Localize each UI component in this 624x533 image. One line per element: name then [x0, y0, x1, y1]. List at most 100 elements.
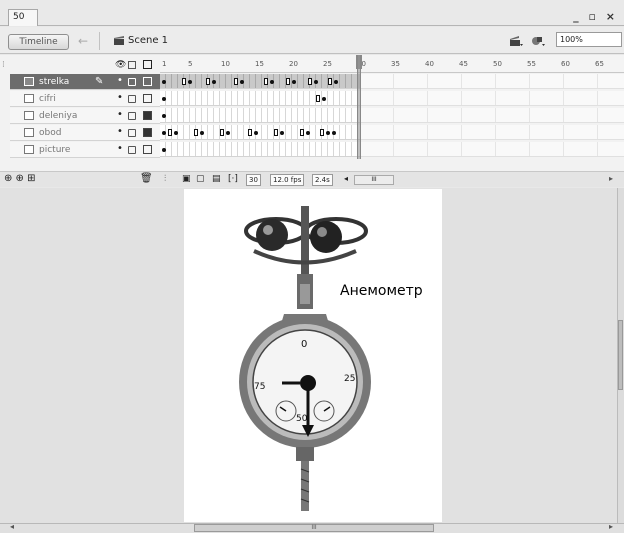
scroll-right-icon[interactable]: ▸: [609, 174, 613, 183]
scroll-left-arrow-icon[interactable]: ◂: [10, 522, 14, 531]
keyframe[interactable]: [168, 129, 172, 136]
frame-rate[interactable]: 12.0 fps: [270, 174, 305, 186]
visibility-dot[interactable]: •: [117, 126, 123, 137]
keyframe[interactable]: [332, 131, 336, 135]
edit-symbols-icon[interactable]: [531, 35, 545, 47]
ruler-label: 20: [289, 60, 298, 68]
horizontal-scroll-thumb[interactable]: III: [194, 524, 434, 532]
keyframe[interactable]: [174, 131, 178, 135]
stage-canvas[interactable]: 0 75 25 50: [184, 189, 442, 522]
window-controls[interactable]: _ ▫ ×: [573, 10, 618, 23]
layer-row-deleniya[interactable]: deleniya •: [10, 108, 160, 124]
separator: [99, 32, 100, 50]
keyframe[interactable]: [320, 129, 324, 136]
ruler-label: 40: [425, 60, 434, 68]
layer-row-obod[interactable]: obod •: [10, 125, 160, 141]
frame-row-cifri[interactable]: [160, 91, 624, 107]
keyframe[interactable]: [226, 131, 230, 135]
add-layer-icons[interactable]: ⊕ ⊕ ⊞: [4, 173, 36, 184]
outline-toggle[interactable]: [143, 111, 152, 120]
layer-row-picture[interactable]: picture •: [10, 142, 160, 158]
keyframe[interactable]: [162, 114, 166, 118]
onion-outline-icon[interactable]: ▢: [196, 174, 205, 184]
lock-icon[interactable]: [128, 78, 136, 86]
onion-skin-icon[interactable]: ▣: [182, 174, 191, 184]
lock-icon[interactable]: [128, 95, 136, 103]
frame-ruler[interactable]: 1 5 10 15 20 25 30 35 40 45 50 55 60 65: [160, 55, 624, 73]
lock-icon[interactable]: [128, 112, 136, 120]
keyframe[interactable]: [316, 95, 320, 102]
keyframe[interactable]: [234, 78, 238, 85]
outline-toggle[interactable]: [143, 128, 152, 137]
outline-toggle[interactable]: [143, 77, 152, 86]
edit-multiple-icon[interactable]: ▤: [212, 174, 221, 184]
keyframe[interactable]: [274, 129, 278, 136]
keyframe[interactable]: [270, 80, 274, 84]
visibility-dot[interactable]: •: [117, 92, 123, 103]
layer-row-cifri[interactable]: cifri •: [10, 91, 160, 107]
keyframe[interactable]: [188, 80, 192, 84]
eye-icon[interactable]: 👁: [115, 60, 126, 70]
keyframe[interactable]: [280, 131, 284, 135]
playhead[interactable]: [357, 55, 361, 159]
timeline-scroll-thumb[interactable]: III: [354, 175, 394, 185]
keyframe[interactable]: [162, 80, 166, 84]
flash-app-window: 50 _ ▫ × Timeline ← Scene 1 100% ⁞ 👁 str…: [0, 0, 624, 533]
back-arrow-icon[interactable]: ←: [78, 34, 88, 48]
keyframe[interactable]: [206, 78, 210, 85]
keyframe[interactable]: [292, 80, 296, 84]
keyframe[interactable]: [162, 131, 166, 135]
keyframe[interactable]: [182, 78, 186, 85]
layer-row-strelka[interactable]: strelka ✎ •: [10, 74, 160, 90]
keyframe[interactable]: [308, 78, 312, 85]
center-frame-icon[interactable]: ⫶: [164, 174, 166, 184]
lock-icon[interactable]: [128, 146, 136, 154]
visibility-dot[interactable]: •: [117, 109, 123, 120]
timeline-toggle-button[interactable]: Timeline: [8, 34, 69, 50]
outline-toggle[interactable]: [143, 94, 152, 103]
keyframe[interactable]: [194, 129, 198, 136]
vertical-scroll-thumb[interactable]: [618, 320, 623, 390]
frame-row-obod[interactable]: [160, 125, 624, 141]
document-tab[interactable]: 50: [8, 9, 38, 26]
scroll-left-icon[interactable]: ◂: [344, 174, 348, 183]
keyframe[interactable]: [286, 78, 290, 85]
modify-markers-icon[interactable]: [·]: [228, 174, 238, 184]
layer-header: ⁞ 👁: [2, 57, 160, 73]
keyframe[interactable]: [328, 78, 332, 85]
lock-all-icon[interactable]: [128, 61, 136, 69]
keyframe[interactable]: [306, 131, 310, 135]
keyframe[interactable]: [254, 131, 258, 135]
visibility-dot[interactable]: •: [117, 75, 123, 86]
visibility-dot[interactable]: •: [117, 143, 123, 154]
scroll-right-arrow-icon[interactable]: ▸: [609, 522, 613, 531]
keyframe[interactable]: [334, 80, 338, 84]
keyframe[interactable]: [240, 80, 244, 84]
ruler-label: 45: [459, 60, 468, 68]
frames-grid[interactable]: 1 5 10 15 20 25 30 35 40 45 50 55 60 65: [160, 55, 624, 159]
outline-toggle[interactable]: [143, 145, 152, 154]
lock-icon[interactable]: [128, 129, 136, 137]
keyframe[interactable]: [314, 80, 318, 84]
keyframe[interactable]: [248, 129, 252, 136]
frame-row-strelka[interactable]: [160, 74, 624, 90]
keyframe[interactable]: [212, 80, 216, 84]
keyframe[interactable]: [300, 129, 304, 136]
keyframe[interactable]: [220, 129, 224, 136]
frame-row-deleniya[interactable]: [160, 108, 624, 124]
layer-icon: [24, 111, 34, 120]
keyframe[interactable]: [264, 78, 268, 85]
outline-all-icon[interactable]: [143, 60, 152, 69]
trash-icon[interactable]: 🗑: [140, 173, 153, 184]
frame-row-picture[interactable]: [160, 142, 624, 158]
keyframe[interactable]: [200, 131, 204, 135]
edit-scene-icon[interactable]: [509, 35, 523, 47]
edit-bar: Timeline ← Scene 1 100%: [0, 27, 624, 54]
grip-icon[interactable]: ⁞: [2, 60, 5, 70]
anemometer-label: Анемометр: [340, 283, 423, 299]
keyframe[interactable]: [326, 131, 330, 135]
zoom-select[interactable]: 100%: [556, 32, 622, 47]
keyframe[interactable]: [162, 148, 166, 152]
keyframe[interactable]: [162, 97, 166, 101]
keyframe[interactable]: [322, 97, 326, 101]
